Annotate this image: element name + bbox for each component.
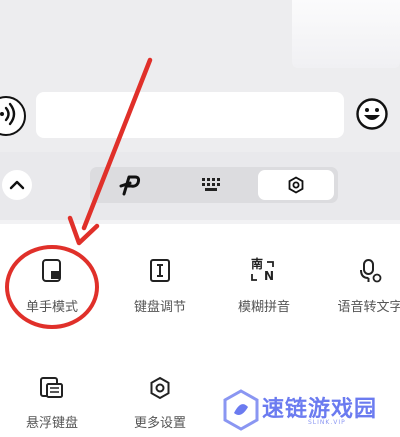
voice-to-text-icon <box>360 259 382 283</box>
chevron-up-icon <box>9 180 25 190</box>
floating-keyboard-icon <box>40 377 63 398</box>
watermark: 速链游戏园 SLINK.VIP <box>222 385 400 437</box>
tab-keyboard[interactable] <box>172 167 252 203</box>
feature-floating-keyboard[interactable]: 悬浮键盘 <box>6 376 98 431</box>
feature-fuzzy-pinyin[interactable]: 南 N 模糊拼音 <box>218 257 310 315</box>
feature-voice-to-text[interactable]: 语音转文字 <box>320 258 400 315</box>
keyboard-mode-switcher <box>90 167 338 203</box>
more-settings-icon <box>150 376 170 400</box>
keyboard-adjust-icon <box>150 259 170 282</box>
feature-label: 单手模式 <box>25 300 78 315</box>
feature-keyboard-adjust[interactable]: 键盘调节 <box>114 258 206 315</box>
blurred-message-card <box>292 0 400 68</box>
smiley-icon <box>356 98 388 130</box>
fuzzy-pinyin-icon: 南 N <box>249 257 279 284</box>
emoji-button[interactable] <box>355 97 389 131</box>
hexagon-settings-icon <box>288 176 304 194</box>
watermark-logo-icon <box>223 389 259 431</box>
sound-wave-icon <box>0 102 16 126</box>
message-input[interactable] <box>36 92 344 138</box>
feature-more-settings[interactable]: 更多设置 <box>114 376 206 431</box>
feature-label: 语音转文字 <box>337 300 400 315</box>
pinyin-logo-icon <box>119 175 141 196</box>
keyboard-grid-icon <box>202 178 220 191</box>
feature-label: 悬浮键盘 <box>25 416 78 431</box>
tab-pinyin[interactable] <box>90 167 170 203</box>
one-hand-mode-icon <box>42 259 61 282</box>
feature-label: 更多设置 <box>133 416 186 431</box>
collapse-toolbar-button[interactable] <box>2 170 32 200</box>
feature-label: 模糊拼音 <box>237 300 290 315</box>
feature-one-hand-mode[interactable]: 单手模式 <box>6 258 98 315</box>
feature-label: 键盘调节 <box>133 300 186 315</box>
watermark-url: SLINK.VIP <box>308 419 346 426</box>
tab-settings[interactable] <box>258 170 334 200</box>
